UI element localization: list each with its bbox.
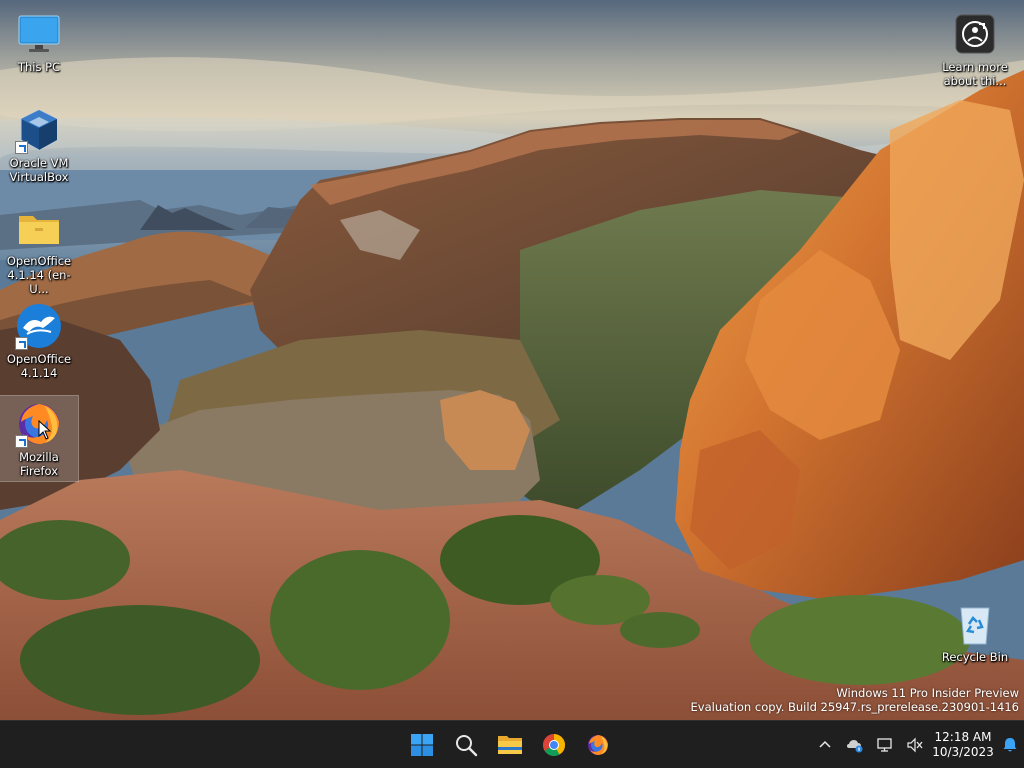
desktop-wallpaper[interactable] bbox=[0, 0, 1024, 720]
desktop-icon-openoffice-folder[interactable]: OpenOffice 4.1.14 (en-U... bbox=[0, 200, 78, 299]
file-explorer-button[interactable] bbox=[490, 725, 530, 765]
windows-watermark: Windows 11 Pro Insider Preview Evaluatio… bbox=[691, 686, 1019, 714]
show-hidden-icons-button[interactable] bbox=[810, 725, 840, 765]
notifications-button[interactable] bbox=[996, 725, 1024, 765]
desktop-icon-this-pc[interactable]: This PC bbox=[0, 6, 78, 77]
desktop-icon-label: Recycle Bin bbox=[941, 650, 1009, 664]
folder-icon bbox=[15, 204, 63, 252]
desktop-icon-recycle-bin[interactable]: Recycle Bin bbox=[936, 596, 1014, 667]
mouse-cursor-icon bbox=[38, 420, 52, 440]
openoffice-icon bbox=[15, 302, 63, 350]
wallpaper-landscape bbox=[0, 0, 1024, 720]
desktop-icon-openoffice[interactable]: OpenOffice 4.1.14 bbox=[0, 298, 78, 383]
windows-start-icon bbox=[411, 734, 433, 756]
shortcut-arrow-icon bbox=[15, 435, 28, 448]
desktop-icon-learn-more[interactable]: Learn more about thi... bbox=[936, 6, 1014, 91]
virtualbox-icon bbox=[15, 106, 63, 154]
search-button[interactable] bbox=[446, 725, 486, 765]
desktop-icon-label: Oracle VM VirtualBox bbox=[9, 156, 69, 184]
network-icon bbox=[877, 738, 892, 752]
file-explorer-icon bbox=[498, 736, 522, 754]
onedrive-button[interactable] bbox=[840, 725, 870, 765]
firefox-icon bbox=[588, 735, 608, 755]
clock-button[interactable]: 12:18 AM 10/3/2023 bbox=[930, 730, 996, 760]
volume-button[interactable] bbox=[900, 725, 930, 765]
chrome-button[interactable] bbox=[534, 725, 574, 765]
desktop-icon-label: OpenOffice 4.1.14 (en-U... bbox=[6, 254, 72, 296]
shortcut-arrow-icon bbox=[15, 141, 28, 154]
chevron-up-icon bbox=[819, 740, 831, 748]
watermark-edition: Windows 11 Pro Insider Preview bbox=[836, 686, 1019, 700]
system-tray: 12:18 AM 10/3/2023 bbox=[810, 721, 1024, 768]
search-icon bbox=[456, 735, 478, 757]
monitor-icon bbox=[15, 10, 63, 58]
taskbar: 12:18 AM 10/3/2023 bbox=[0, 720, 1024, 768]
chrome-icon bbox=[543, 734, 565, 756]
clock-date: 10/3/2023 bbox=[932, 745, 994, 759]
recycle-bin-icon bbox=[951, 600, 999, 648]
desktop-icon-label: Mozilla Firefox bbox=[19, 450, 59, 478]
start-button[interactable] bbox=[402, 725, 442, 765]
onedrive-icon bbox=[847, 740, 863, 753]
taskbar-pinned-apps bbox=[402, 721, 618, 768]
shortcut-arrow-icon bbox=[15, 337, 28, 350]
clock-time: 12:18 AM bbox=[934, 730, 992, 744]
desktop-icon-label: Learn more about thi... bbox=[942, 60, 1008, 88]
notification-bell-icon bbox=[1003, 738, 1017, 752]
learn-more-icon bbox=[951, 10, 999, 58]
watermark-build: Evaluation copy. Build 25947.rs_prerelea… bbox=[690, 700, 1019, 714]
volume-muted-icon bbox=[907, 737, 923, 753]
desktop-icon-label: OpenOffice 4.1.14 bbox=[6, 352, 72, 380]
desktop-icon-label: This PC bbox=[17, 60, 61, 74]
firefox-taskbar-button[interactable] bbox=[578, 725, 618, 765]
desktop-icon-virtualbox[interactable]: Oracle VM VirtualBox bbox=[0, 102, 78, 187]
network-button[interactable] bbox=[870, 725, 900, 765]
